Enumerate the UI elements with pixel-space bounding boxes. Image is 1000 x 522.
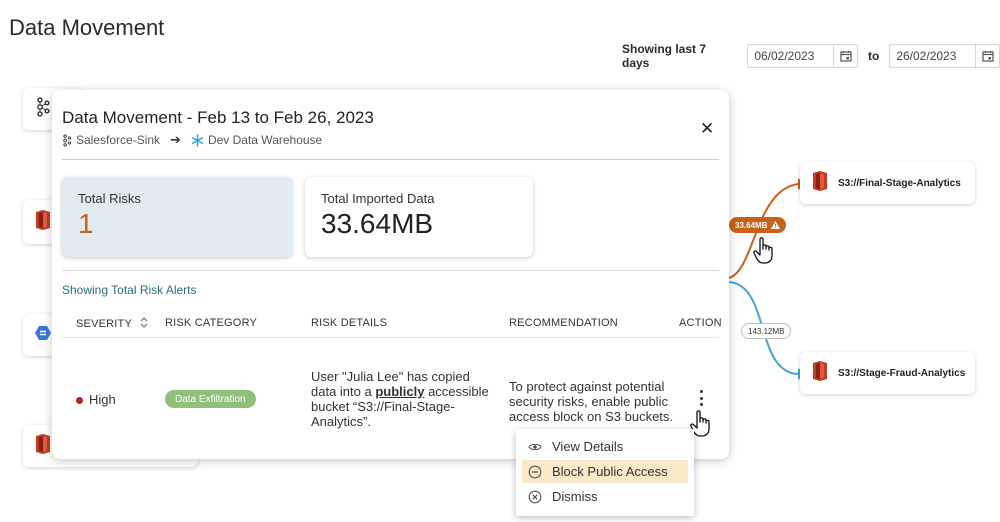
column-header-label: SEVERITY bbox=[76, 317, 132, 330]
risk-category-pill: Data Exfiltration bbox=[165, 390, 256, 408]
date-to-label: to bbox=[868, 49, 880, 63]
s3-bucket-icon bbox=[810, 170, 830, 197]
menu-item-dismiss[interactable]: Dismiss bbox=[522, 485, 688, 508]
route-source: Salesforce-Sink bbox=[76, 133, 161, 147]
menu-item-label: Dismiss bbox=[552, 489, 598, 504]
node-label: S3://Final-Stage-Analytics bbox=[838, 177, 961, 189]
recommendation-cell: To protect against potential security ri… bbox=[509, 379, 674, 424]
s3-bucket-icon bbox=[810, 360, 830, 387]
route-info: Salesforce-Sink ➔ Dev Data Warehouse bbox=[62, 132, 322, 148]
minus-circle-icon bbox=[528, 465, 542, 479]
arrow-right-icon: ➔ bbox=[170, 132, 181, 147]
modal-title: Data Movement - Feb 13 to Feb 26, 2023 bbox=[62, 108, 374, 127]
x-circle-icon bbox=[528, 490, 542, 504]
severity-cell: High bbox=[76, 392, 116, 407]
date-range-bar: Showing last 7 days 06/02/2023 to 26/02/… bbox=[622, 42, 1000, 70]
calendar-icon[interactable] bbox=[975, 45, 999, 67]
date-from-field[interactable]: 06/02/2023 bbox=[747, 44, 858, 68]
divider bbox=[62, 337, 719, 338]
snowflake-icon bbox=[191, 133, 204, 147]
flow-size: 143.12MB bbox=[748, 326, 785, 336]
column-header-severity[interactable]: SEVERITY bbox=[76, 317, 148, 331]
s3-bucket-icon bbox=[33, 209, 53, 236]
column-header-details: RISK DETAILS bbox=[311, 317, 388, 329]
warning-icon bbox=[771, 221, 781, 229]
card-label: Total Risks bbox=[78, 191, 141, 206]
date-to-field[interactable]: 26/02/2023 bbox=[889, 44, 1000, 68]
close-icon[interactable]: ✕ bbox=[700, 119, 714, 139]
total-imported-card: Total Imported Data 33.64MB bbox=[305, 177, 533, 257]
sort-icon[interactable] bbox=[140, 317, 148, 331]
severity-dot bbox=[76, 397, 83, 405]
card-value: 33.64MB bbox=[321, 208, 434, 239]
column-header-action: ACTION bbox=[679, 317, 722, 329]
divider bbox=[62, 159, 719, 160]
kafka-icon bbox=[62, 133, 72, 147]
normal-flow-badge[interactable]: 143.12MB bbox=[741, 323, 792, 339]
action-menu: View Details Block Public Access Dismiss bbox=[516, 429, 694, 516]
menu-item-label: Block Public Access bbox=[552, 464, 668, 479]
details-emphasis: publicly bbox=[375, 384, 425, 399]
eye-icon bbox=[528, 440, 542, 454]
menu-item-view-details[interactable]: View Details bbox=[522, 435, 688, 458]
node-label: S3://Stage-Fraud-Analytics bbox=[838, 367, 966, 379]
card-label: Total Imported Data bbox=[321, 191, 435, 206]
menu-item-block-public-access[interactable]: Block Public Access bbox=[522, 460, 688, 483]
card-value: 1 bbox=[78, 208, 94, 239]
date-to-value[interactable]: 26/02/2023 bbox=[890, 49, 975, 63]
destination-node-final-stage[interactable]: S3://Final-Stage-Analytics bbox=[800, 162, 975, 204]
hand-cursor-icon bbox=[753, 237, 773, 264]
kafka-icon bbox=[35, 96, 51, 122]
risk-details-cell: User "Julia Lee" has copied data into a … bbox=[311, 369, 491, 429]
route-destination: Dev Data Warehouse bbox=[207, 133, 323, 147]
page-title: Data Movement bbox=[9, 15, 165, 40]
section-title: Showing Total Risk Alerts bbox=[62, 283, 197, 297]
total-risks-card: Total Risks 1 bbox=[62, 177, 292, 257]
risk-flow-badge[interactable]: 33.64MB bbox=[729, 217, 787, 233]
divider bbox=[62, 270, 719, 271]
more-actions-icon[interactable] bbox=[696, 390, 706, 406]
menu-item-label: View Details bbox=[552, 439, 624, 454]
s3-bucket-icon bbox=[33, 433, 53, 460]
flow-size: 33.64MB bbox=[735, 220, 768, 230]
column-header-recommendation: RECOMMENDATION bbox=[509, 317, 618, 329]
date-from-value[interactable]: 06/02/2023 bbox=[748, 49, 833, 63]
database-icon bbox=[33, 323, 53, 348]
destination-node-fraud[interactable]: S3://Stage-Fraud-Analytics bbox=[800, 352, 975, 394]
calendar-icon[interactable] bbox=[833, 45, 857, 67]
date-range-label: Showing last 7 days bbox=[622, 42, 707, 70]
column-header-category: RISK CATEGORY bbox=[165, 317, 258, 329]
severity-label: High bbox=[89, 392, 116, 407]
data-movement-modal: Data Movement - Feb 13 to Feb 26, 2023 ✕… bbox=[52, 90, 729, 459]
